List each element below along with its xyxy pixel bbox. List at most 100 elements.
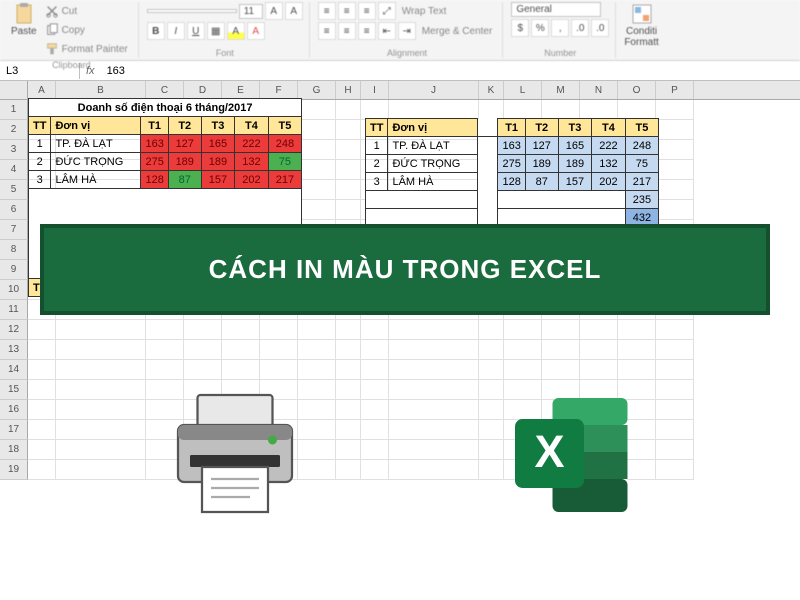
cut-button[interactable]: Cut bbox=[41, 2, 132, 20]
cell[interactable] bbox=[28, 380, 56, 400]
cell[interactable] bbox=[580, 340, 618, 360]
cell[interactable]: 275 bbox=[498, 155, 525, 173]
cell[interactable] bbox=[389, 420, 479, 440]
cell[interactable] bbox=[56, 360, 146, 380]
col-header[interactable]: A bbox=[28, 81, 56, 99]
select-all-corner[interactable] bbox=[0, 81, 28, 99]
conditional-format-button[interactable]: ConditiFormatt bbox=[624, 2, 658, 48]
col-header[interactable]: H bbox=[336, 81, 361, 99]
cell[interactable]: LÂM HÀ bbox=[51, 171, 141, 189]
border-button[interactable]: ▦ bbox=[207, 22, 225, 40]
cell[interactable] bbox=[656, 140, 694, 160]
cell[interactable] bbox=[479, 340, 504, 360]
cell[interactable] bbox=[656, 100, 694, 120]
row-header[interactable]: 12 bbox=[0, 320, 28, 340]
underline-button[interactable]: U bbox=[187, 22, 205, 40]
cell[interactable] bbox=[146, 340, 184, 360]
row-header[interactable]: 18 bbox=[0, 440, 28, 460]
row-header[interactable]: 3 bbox=[0, 140, 28, 160]
cell[interactable] bbox=[656, 180, 694, 200]
col-header[interactable]: N bbox=[580, 81, 618, 99]
col-header[interactable]: K bbox=[479, 81, 504, 99]
cell[interactable]: 87 bbox=[168, 171, 201, 189]
cell[interactable] bbox=[298, 100, 336, 120]
col-header[interactable]: B bbox=[56, 81, 146, 99]
cell[interactable] bbox=[336, 160, 361, 180]
cell[interactable] bbox=[656, 440, 694, 460]
cell[interactable] bbox=[580, 100, 618, 120]
cell[interactable]: 87 bbox=[525, 173, 558, 191]
row-header[interactable]: 11 bbox=[0, 300, 28, 320]
cell[interactable] bbox=[336, 400, 361, 420]
cell[interactable] bbox=[542, 100, 580, 120]
cell[interactable] bbox=[28, 440, 56, 460]
col-header[interactable]: G bbox=[298, 81, 336, 99]
cell[interactable]: 132 bbox=[592, 155, 625, 173]
cell[interactable]: ĐỨC TRỌNG bbox=[388, 155, 478, 173]
cell[interactable] bbox=[656, 400, 694, 420]
cell[interactable] bbox=[56, 340, 146, 360]
paste-button[interactable]: Paste bbox=[11, 2, 37, 58]
cell[interactable] bbox=[336, 100, 361, 120]
cell[interactable] bbox=[656, 320, 694, 340]
fill-color-button[interactable]: A bbox=[227, 22, 245, 40]
cell[interactable] bbox=[656, 160, 694, 180]
cell[interactable]: TP. ĐÀ LẠT bbox=[388, 137, 478, 155]
cell[interactable] bbox=[504, 320, 542, 340]
align-center-button[interactable]: ≡ bbox=[338, 22, 356, 40]
row-header[interactable]: 4 bbox=[0, 160, 28, 180]
cell[interactable] bbox=[361, 420, 389, 440]
cell[interactable] bbox=[389, 460, 479, 480]
cell[interactable] bbox=[361, 360, 389, 380]
cell[interactable] bbox=[260, 360, 298, 380]
cell[interactable] bbox=[336, 320, 361, 340]
cell[interactable] bbox=[56, 460, 146, 480]
cell[interactable] bbox=[336, 440, 361, 460]
merge-center-button[interactable]: Merge & Center bbox=[418, 24, 497, 39]
copy-button[interactable]: Copy bbox=[41, 21, 132, 39]
inc-decimal-button[interactable]: .0 bbox=[571, 19, 589, 37]
cell[interactable] bbox=[479, 320, 504, 340]
cell[interactable] bbox=[298, 140, 336, 160]
col-header[interactable]: I bbox=[361, 81, 389, 99]
row-header[interactable]: 5 bbox=[0, 180, 28, 200]
row-header[interactable]: 10 bbox=[0, 280, 28, 300]
cell[interactable] bbox=[28, 320, 56, 340]
cell[interactable] bbox=[656, 460, 694, 480]
cell[interactable] bbox=[361, 400, 389, 420]
cell[interactable] bbox=[656, 420, 694, 440]
cell[interactable] bbox=[56, 320, 146, 340]
cell[interactable] bbox=[504, 100, 542, 120]
cell[interactable] bbox=[580, 360, 618, 380]
cell[interactable] bbox=[28, 360, 56, 380]
cell[interactable]: 163 bbox=[141, 135, 168, 153]
cell[interactable] bbox=[656, 360, 694, 380]
col-header[interactable]: E bbox=[222, 81, 260, 99]
cell[interactable]: 222 bbox=[592, 137, 625, 155]
indent-dec-button[interactable]: ⇤ bbox=[378, 22, 396, 40]
cell[interactable]: 189 bbox=[558, 155, 591, 173]
cell[interactable] bbox=[298, 120, 336, 140]
cell[interactable] bbox=[504, 360, 542, 380]
cell[interactable] bbox=[28, 460, 56, 480]
cell[interactable]: 132 bbox=[235, 153, 268, 171]
number-format-select[interactable]: General bbox=[511, 2, 601, 17]
cell[interactable] bbox=[28, 400, 56, 420]
cell[interactable] bbox=[56, 380, 146, 400]
cell[interactable] bbox=[222, 340, 260, 360]
font-size-select[interactable]: 11 bbox=[239, 4, 263, 19]
cell[interactable] bbox=[542, 360, 580, 380]
cell[interactable] bbox=[542, 320, 580, 340]
cell[interactable] bbox=[298, 160, 336, 180]
cell[interactable]: 248 bbox=[268, 135, 301, 153]
cell[interactable]: 127 bbox=[525, 137, 558, 155]
accounting-button[interactable]: $ bbox=[511, 19, 529, 37]
cell[interactable] bbox=[336, 460, 361, 480]
cell[interactable] bbox=[618, 340, 656, 360]
row-header[interactable]: 2 bbox=[0, 120, 28, 140]
cell[interactable]: TP. ĐÀ LẠT bbox=[51, 135, 141, 153]
dec-decimal-button[interactable]: .0 bbox=[591, 19, 609, 37]
align-left-button[interactable]: ≡ bbox=[318, 22, 336, 40]
cell[interactable]: 248 bbox=[625, 137, 658, 155]
col-header[interactable]: C bbox=[146, 81, 184, 99]
